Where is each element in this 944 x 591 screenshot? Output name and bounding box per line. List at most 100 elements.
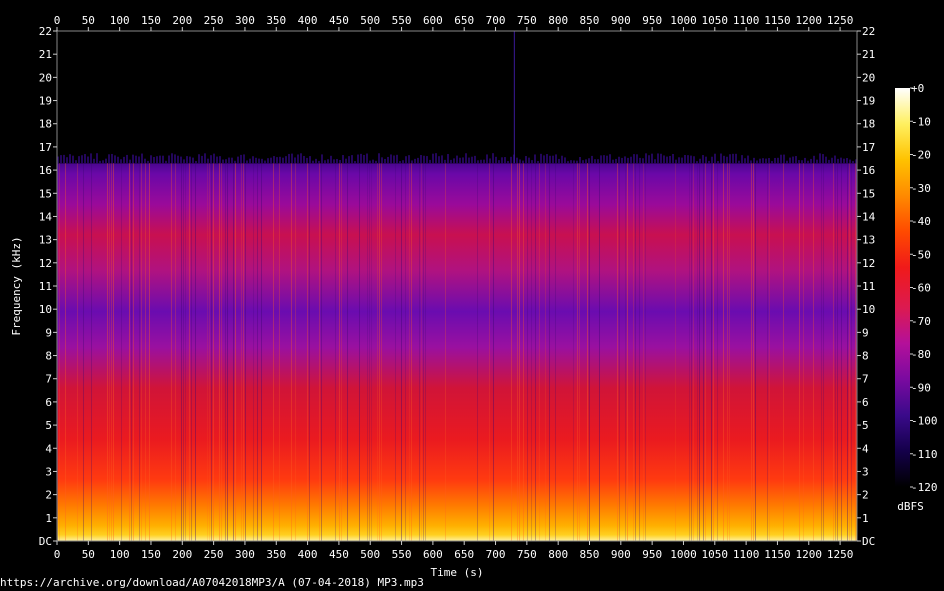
colorbar-gradient — [895, 88, 910, 487]
cutoff-noise — [573, 160, 575, 164]
texture-streak — [703, 163, 704, 542]
texture-streak — [295, 163, 296, 542]
texture-streak — [577, 163, 578, 542]
y-tick-label: 21 — [39, 48, 52, 61]
cutoff-noise — [612, 159, 614, 164]
cutoff-noise — [435, 153, 437, 164]
cutoff-noise — [672, 153, 674, 164]
y-tick-label: 6 — [862, 396, 869, 409]
cutoff-noise — [279, 156, 281, 164]
texture-streak — [83, 163, 84, 542]
cutoff-noise — [702, 155, 704, 164]
texture-streak — [191, 163, 192, 542]
y-tick-label: 10 — [862, 303, 875, 316]
y-tick-label: 2 — [862, 489, 869, 502]
cutoff-noise — [546, 154, 548, 164]
cutoff-noise — [189, 156, 191, 164]
texture-streak — [545, 163, 546, 542]
texture-streak — [855, 163, 856, 542]
y-tick-label: 7 — [45, 373, 52, 386]
cutoff-noise — [681, 157, 683, 164]
cutoff-noise — [186, 156, 188, 164]
cutoff-noise — [624, 156, 626, 164]
cutoff-noise — [213, 153, 215, 164]
cutoff-noise — [822, 154, 824, 164]
x-tick-label: 1150 — [764, 14, 791, 27]
y-tick-label: 20 — [39, 71, 52, 84]
cutoff-noise — [588, 158, 590, 164]
texture-streak — [371, 163, 372, 542]
cutoff-noise — [531, 160, 533, 164]
texture-streak — [341, 163, 342, 542]
x-tick-label: 800 — [548, 548, 568, 561]
texture-streak — [705, 163, 706, 542]
y-tick-label: 2 — [45, 489, 52, 502]
texture-streak — [309, 163, 310, 542]
texture-streak — [755, 163, 756, 542]
cutoff-noise — [408, 155, 410, 164]
x-tick-label: 1200 — [796, 548, 823, 561]
cutoff-noise — [252, 156, 254, 164]
texture-streak — [813, 163, 814, 542]
texture-streak — [699, 163, 700, 542]
cutoff-noise — [126, 154, 128, 164]
y-tick-label: 13 — [39, 234, 52, 247]
texture-streak — [279, 163, 280, 542]
texture-streak — [359, 163, 360, 542]
texture-streak — [395, 163, 396, 542]
cutoff-noise — [795, 156, 797, 164]
x-tick-label: 0 — [54, 548, 61, 561]
colorbar-tick-label: -110 — [911, 448, 938, 461]
texture-streak — [833, 163, 834, 542]
texture-streak — [421, 163, 422, 542]
x-tick-label: 300 — [235, 548, 255, 561]
x-tick-label: 350 — [266, 548, 286, 561]
cutoff-noise — [78, 156, 80, 164]
y-tick-label: 14 — [862, 210, 876, 223]
cutoff-noise — [318, 160, 320, 164]
cutoff-noise — [597, 159, 599, 164]
y-tick-label: 3 — [45, 465, 52, 478]
y-tick-label: 1 — [45, 512, 52, 525]
x-tick-label: 1200 — [796, 14, 823, 27]
texture-streak — [65, 163, 66, 542]
cutoff-noise — [582, 160, 584, 164]
y-tick-label: 9 — [45, 326, 52, 339]
y-tick-label: 5 — [862, 419, 869, 432]
x-tick-label: 200 — [172, 548, 192, 561]
texture-streak — [121, 163, 122, 542]
cutoff-noise — [339, 160, 341, 164]
cutoff-noise — [642, 158, 644, 164]
cutoff-noise — [180, 156, 182, 164]
cutoff-noise — [609, 154, 611, 164]
cutoff-noise — [486, 154, 488, 164]
cutoff-noise — [768, 158, 770, 164]
y-tick-label: 14 — [39, 210, 53, 223]
cutoff-noise — [321, 154, 323, 164]
cutoff-noise — [447, 154, 449, 164]
cutoff-noise — [846, 158, 848, 164]
x-tick-label: 1100 — [733, 14, 760, 27]
cutoff-noise — [489, 158, 491, 164]
cutoff-noise — [540, 153, 542, 164]
cutoff-noise — [111, 153, 113, 164]
cutoff-noise — [813, 155, 815, 164]
cutoff-noise — [81, 155, 83, 164]
cutoff-noise — [726, 156, 728, 164]
x-tick-label: 50 — [82, 548, 95, 561]
cutoff-noise — [240, 154, 242, 164]
cutoff-noise — [657, 153, 659, 164]
texture-streak — [539, 163, 540, 542]
x-tick-label: 850 — [580, 548, 600, 561]
y-axis-left: DC12345678910111213141516171819202122 — [39, 25, 57, 548]
y-tick-label: 9 — [862, 326, 869, 339]
texture-streak — [235, 163, 236, 542]
cutoff-noise — [675, 159, 677, 164]
texture-streak — [307, 163, 308, 542]
cutoff-noise — [336, 158, 338, 164]
cutoff-noise — [333, 159, 335, 164]
cutoff-noise — [384, 158, 386, 164]
cutoff-noise — [399, 161, 401, 164]
source-url: https://archive.org/download/A07042018MP… — [0, 576, 424, 589]
cutoff-noise — [639, 157, 641, 164]
